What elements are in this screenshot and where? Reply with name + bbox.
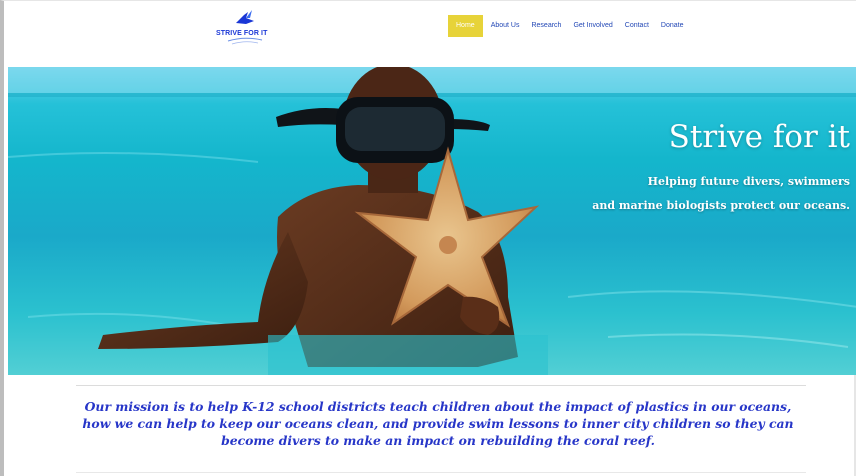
hero-image	[8, 67, 856, 375]
logo-text: STRIVE FOR IT	[216, 30, 268, 37]
section-divider	[76, 385, 806, 386]
nav-item-about-us[interactable]: About Us	[485, 15, 526, 37]
site-header: STRIVE FOR IT Home About Us Research Get…	[8, 1, 856, 67]
nav-item-home[interactable]: Home	[448, 15, 483, 37]
main-nav: Home About Us Research Get Involved Cont…	[448, 15, 689, 37]
hero-subtitle-line-1: Helping future divers, swimmers	[647, 175, 850, 188]
section-divider	[76, 472, 806, 473]
nav-item-contact[interactable]: Contact	[619, 15, 655, 37]
hero-banner: Strive for it Helping future divers, swi…	[8, 67, 856, 375]
browser-frame: STRIVE FOR IT Home About Us Research Get…	[0, 0, 856, 476]
nav-item-research[interactable]: Research	[525, 15, 567, 37]
nav-item-donate[interactable]: Donate	[655, 15, 690, 37]
hero-subtitle: Helping future divers, swimmers and mari…	[450, 170, 850, 218]
hero-subtitle-line-2: and marine biologists protect our oceans…	[592, 199, 850, 212]
site-logo[interactable]: STRIVE FOR IT	[210, 9, 280, 47]
mission-statement: Our mission is to help K-12 school distr…	[82, 399, 794, 448]
hero-title: Strive for it	[668, 119, 850, 155]
fish-logo-icon	[227, 10, 263, 45]
nav-item-get-involved[interactable]: Get Involved	[567, 15, 618, 37]
